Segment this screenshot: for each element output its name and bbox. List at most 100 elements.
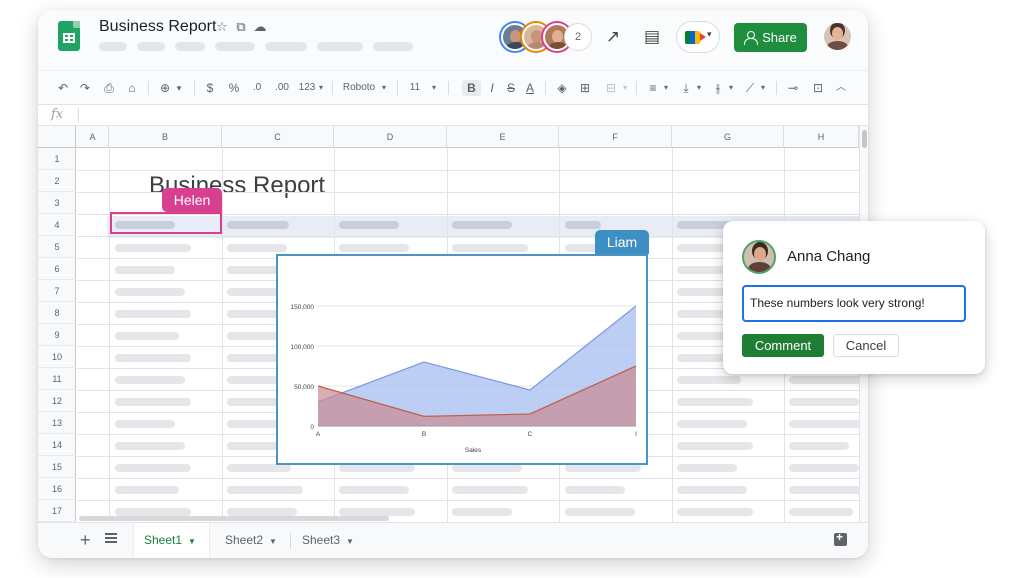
currency-format-button[interactable]: $ — [205, 80, 215, 96]
menu-item-placeholder[interactable] — [265, 42, 307, 51]
area-chart[interactable]: 0 50,000 100,000 150,000 A B C I Sales — [276, 254, 648, 465]
column-header[interactable]: H — [784, 126, 859, 148]
folder-move-icon[interactable]: ⧉ — [233, 19, 249, 35]
star-icon[interactable]: ☆ — [214, 19, 230, 35]
horizontal-align-icon[interactable]: ≡ — [646, 80, 660, 96]
more-collaborators-badge[interactable]: 2 — [564, 23, 592, 51]
chevron-down-icon[interactable]: ▼ — [188, 537, 196, 546]
collapse-toolbar-icon[interactable]: ︿ — [835, 80, 847, 96]
tab-sheet2[interactable]: Sheet2 ▼ — [215, 523, 289, 558]
comment-cancel-button[interactable]: Cancel — [833, 334, 899, 357]
comment-submit-button[interactable]: Comment — [742, 334, 824, 357]
bold-button[interactable]: B — [462, 80, 481, 96]
sheets-logo-icon[interactable] — [58, 21, 80, 51]
text-rotation-icon[interactable]: ⟋ — [743, 80, 757, 96]
text-wrap-icon[interactable]: ⫳ — [711, 80, 725, 96]
menu-item-placeholder[interactable] — [99, 42, 127, 51]
horizontal-scrollbar[interactable] — [77, 514, 859, 522]
row-header[interactable]: 4 — [38, 214, 76, 236]
paint-format-icon[interactable]: ⌂ — [125, 80, 139, 96]
menu-item-placeholder[interactable] — [137, 42, 165, 51]
increase-decimal-button[interactable]: .00 — [272, 80, 292, 96]
row-header[interactable]: 5 — [38, 236, 76, 258]
row-header[interactable]: 10 — [38, 346, 76, 368]
add-sheet-icon[interactable]: + — [80, 530, 91, 551]
merge-cells-icon[interactable]: ⊟ — [603, 80, 619, 96]
zoom-caret[interactable]: ▾ — [174, 80, 184, 96]
column-header[interactable]: E — [447, 126, 559, 148]
font-family-select[interactable]: Roboto — [341, 80, 377, 96]
row-header[interactable]: 2 — [38, 170, 76, 192]
redo-icon[interactable]: ↷ — [78, 80, 92, 96]
row-header[interactable]: 12 — [38, 390, 76, 412]
column-header[interactable]: C — [222, 126, 334, 148]
column-header[interactable]: B — [109, 126, 222, 148]
row-header[interactable]: 17 — [38, 500, 76, 522]
share-button[interactable]: Share — [734, 23, 807, 52]
print-icon[interactable]: ⎙ — [101, 80, 117, 96]
document-title[interactable]: Business Report — [99, 18, 216, 36]
vertical-align-icon[interactable]: ⤓ — [679, 80, 693, 96]
chevron-down-icon[interactable]: ▾ — [759, 80, 767, 96]
column-header[interactable]: A — [77, 126, 109, 148]
chevron-down-icon[interactable]: ▾ — [430, 80, 438, 96]
account-avatar[interactable] — [824, 23, 851, 50]
percent-format-button[interactable]: % — [228, 80, 240, 96]
zoom-icon[interactable]: ⊕ — [158, 80, 172, 96]
menu-item-placeholder[interactable] — [317, 42, 363, 51]
formula-bar[interactable]: fx — [38, 104, 868, 126]
text-color-button[interactable]: A — [524, 80, 536, 96]
activity-trend-icon[interactable]: ↗ — [603, 27, 623, 47]
fill-color-icon[interactable]: ◈ — [555, 80, 569, 96]
chevron-down-icon[interactable]: ▾ — [317, 80, 325, 96]
meet-button[interactable]: ▾ — [676, 21, 720, 53]
decrease-decimal-button[interactable]: .0 — [249, 80, 265, 96]
row-header[interactable]: 6 — [38, 258, 76, 280]
row-header[interactable]: 8 — [38, 302, 76, 324]
cell-placeholder — [789, 376, 859, 384]
cloud-saved-icon[interactable]: ☁ — [252, 19, 268, 35]
row-header[interactable]: 1 — [38, 148, 76, 170]
row-header[interactable]: 15 — [38, 456, 76, 478]
insert-link-icon[interactable]: ⊸ — [786, 80, 800, 96]
row-header[interactable]: 16 — [38, 478, 76, 500]
row-header[interactable]: 11 — [38, 368, 76, 390]
menu-item-placeholder[interactable] — [175, 42, 205, 51]
borders-icon[interactable]: ⊞ — [578, 80, 592, 96]
menu-item-placeholder[interactable] — [215, 42, 255, 51]
more-formats-button[interactable]: 123 — [298, 80, 316, 96]
all-sheets-icon[interactable] — [105, 533, 117, 543]
select-all-corner[interactable] — [38, 126, 76, 148]
menu-item-placeholder[interactable] — [373, 42, 413, 51]
row-header[interactable]: 13 — [38, 412, 76, 434]
italic-button[interactable]: I — [486, 80, 498, 96]
tab-sheet3[interactable]: Sheet3 ▼ — [292, 523, 366, 558]
chevron-down-icon[interactable]: ▼ — [346, 537, 354, 546]
y-tick-label: 50,000 — [294, 384, 314, 391]
chevron-down-icon[interactable]: ▾ — [727, 80, 735, 96]
column-header[interactable]: D — [334, 126, 447, 148]
column-header[interactable]: G — [672, 126, 784, 148]
font-size-select[interactable]: 11 — [408, 80, 422, 96]
grid-line — [672, 148, 673, 522]
row-header[interactable]: 7 — [38, 280, 76, 302]
chevron-down-icon[interactable]: ▾ — [380, 80, 388, 96]
cell-placeholder — [677, 376, 741, 384]
tab-sheet1[interactable]: Sheet1 ▼ — [134, 523, 209, 558]
chevron-down-icon[interactable]: ▼ — [269, 537, 277, 546]
strikethrough-button[interactable]: S — [505, 80, 517, 96]
chevron-down-icon[interactable]: ▾ — [662, 80, 670, 96]
column-header[interactable]: F — [559, 126, 672, 148]
chevron-down-icon[interactable]: ▾ — [621, 80, 629, 96]
chevron-down-icon[interactable]: ▾ — [695, 80, 703, 96]
row-header[interactable]: 14 — [38, 434, 76, 456]
undo-icon[interactable]: ↶ — [56, 80, 70, 96]
y-tick-label: 150,000 — [291, 304, 315, 311]
insert-comment-icon[interactable]: ⊡ — [811, 80, 825, 96]
collaborator-avatars[interactable]: 2 — [501, 23, 592, 51]
comments-icon[interactable]: ▤ — [642, 27, 662, 47]
comment-input[interactable]: These numbers look very strong! — [742, 285, 966, 322]
row-header[interactable]: 9 — [38, 324, 76, 346]
row-header[interactable]: 3 — [38, 192, 76, 214]
explore-icon[interactable] — [834, 530, 847, 546]
